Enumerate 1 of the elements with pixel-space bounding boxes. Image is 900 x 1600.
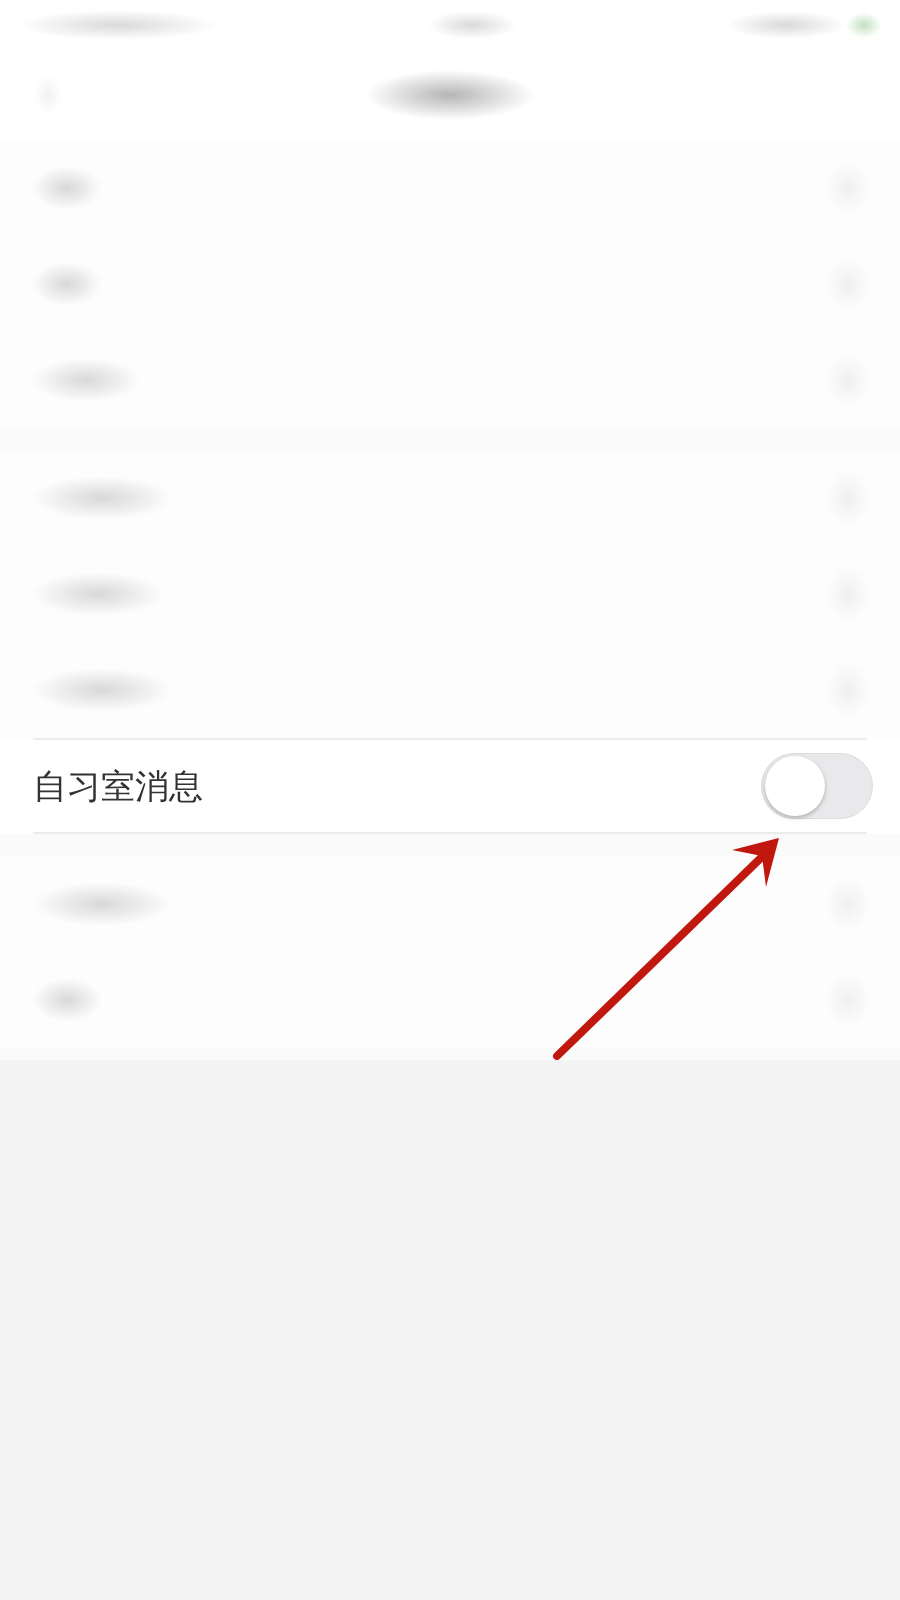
setting-label: 自习室消息 [33,765,203,807]
